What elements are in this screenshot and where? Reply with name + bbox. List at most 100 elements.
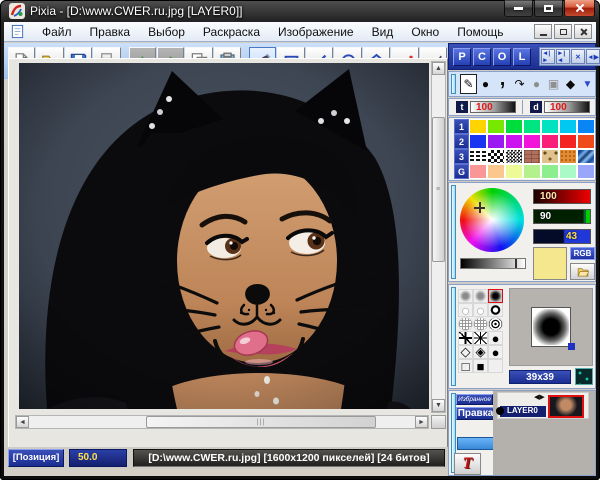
layer-visibility-dot[interactable] <box>496 407 504 415</box>
palette-row-label[interactable]: 2 <box>454 134 469 149</box>
palette-cell[interactable] <box>469 134 487 149</box>
transparency-slider[interactable]: 100 <box>470 101 516 113</box>
brush-shape-cell[interactable] <box>473 289 488 303</box>
brush-resize-handle[interactable] <box>568 343 575 350</box>
stamp-icon[interactable]: ▣ <box>545 74 562 94</box>
position-button[interactable]: [Позиция] <box>8 449 64 467</box>
close-button[interactable] <box>564 0 595 17</box>
section-handle[interactable] <box>451 185 456 279</box>
palette-cell[interactable] <box>505 119 523 134</box>
palette-cell[interactable] <box>487 119 505 134</box>
mdi-close-button[interactable] <box>574 24 592 39</box>
palette-cell[interactable] <box>469 164 487 179</box>
scroll-up-button[interactable]: ▲ <box>432 62 445 75</box>
menu-item[interactable]: Выбор <box>139 23 194 41</box>
scroll-down-button[interactable]: ▼ <box>432 399 445 412</box>
palette-row-label[interactable]: G <box>454 164 469 179</box>
compare-icon[interactable]: ◄▶ <box>586 49 600 64</box>
brush-shape-cell[interactable]: ■ <box>473 359 488 373</box>
palette-row-label[interactable]: 3 <box>454 149 469 164</box>
green-slider[interactable]: 90 <box>533 209 591 224</box>
menu-item[interactable]: Изображение <box>269 23 363 41</box>
scroll-right-button[interactable]: ► <box>415 416 428 428</box>
mdi-minimize-button[interactable] <box>534 24 552 39</box>
palette-cell[interactable] <box>523 119 541 134</box>
palette-cell[interactable] <box>505 164 523 179</box>
palette-cell[interactable] <box>487 149 505 164</box>
palette-cell[interactable] <box>487 164 505 179</box>
palette-cell[interactable] <box>505 134 523 149</box>
layer-pan-icon[interactable]: ◀▶ <box>534 393 545 401</box>
brush-shape-cell[interactable] <box>488 359 503 373</box>
brush-shape-cell[interactable] <box>473 331 488 345</box>
brush-blob-icon[interactable]: , <box>494 74 511 94</box>
scroll-left-button[interactable]: ◄ <box>16 416 29 428</box>
brush-shape-cell[interactable] <box>458 289 473 303</box>
menu-item[interactable]: Правка <box>81 23 140 41</box>
menu-item[interactable]: Помощь <box>448 23 512 41</box>
brush-shape-cell[interactable] <box>488 289 503 303</box>
palette-row-label[interactable]: 1 <box>454 119 469 134</box>
palette-cell[interactable] <box>541 164 559 179</box>
round-brush-icon[interactable]: ● <box>528 74 545 94</box>
menu-item[interactable]: Вид <box>363 23 403 41</box>
panel-mode-button-l[interactable]: L <box>513 48 531 66</box>
brush-shape-cell[interactable]: ● <box>473 303 488 317</box>
palette-cell[interactable] <box>559 119 577 134</box>
layer-name[interactable]: LAYER0 <box>500 406 546 417</box>
palette-cell[interactable] <box>469 149 487 164</box>
minimize-button[interactable] <box>504 0 533 17</box>
texture-button[interactable] <box>575 368 593 385</box>
brush-shape-cell[interactable] <box>488 303 503 317</box>
density-slider[interactable]: 100 <box>544 101 590 113</box>
menu-item[interactable]: Окно <box>402 23 448 41</box>
menu-item[interactable]: Раскраска <box>194 23 269 41</box>
palette-cell[interactable] <box>541 149 559 164</box>
brush-shape-cell[interactable] <box>458 317 473 331</box>
blue-slider[interactable]: 43 <box>533 229 591 244</box>
palette-cell[interactable] <box>523 164 541 179</box>
brush-shape-cell[interactable] <box>473 317 488 331</box>
mdi-restore-button[interactable] <box>554 24 572 39</box>
palette-cell[interactable] <box>523 134 541 149</box>
brush-shape-cell[interactable]: ● <box>458 303 473 317</box>
brush-shape-cell[interactable] <box>458 331 473 345</box>
panel-mode-button-o[interactable]: O <box>493 48 511 66</box>
horizontal-scrollbar[interactable]: ◄ ||| ► <box>15 415 429 429</box>
palette-cell[interactable] <box>559 164 577 179</box>
palette-cell[interactable] <box>541 119 559 134</box>
panel-mode-button-c[interactable]: C <box>473 48 491 66</box>
palette-cell[interactable] <box>487 134 505 149</box>
section-handle[interactable] <box>451 287 456 386</box>
brightness-slider[interactable] <box>460 258 526 269</box>
section-handle[interactable] <box>451 74 456 94</box>
expand-icon[interactable]: ▼ <box>579 74 596 94</box>
eraser-icon[interactable]: ◆ <box>562 74 579 94</box>
palette-cell[interactable] <box>505 149 523 164</box>
panel-mode-button-p[interactable]: P <box>453 48 471 66</box>
layer-entry[interactable]: ◀▶ LAYER0 <box>497 392 589 419</box>
pan-right-icon[interactable]: ►|◄ <box>556 49 570 64</box>
vertical-scrollbar[interactable]: ▲ ≡ ▼ <box>431 61 446 413</box>
brush-shape-cell[interactable]: □ <box>458 359 473 373</box>
pencil-icon[interactable]: ✎ <box>460 74 477 94</box>
rgb-mode-button[interactable]: RGB <box>570 247 595 260</box>
palette-cell[interactable] <box>577 149 595 164</box>
palette-cell[interactable] <box>541 134 559 149</box>
airbrush-icon[interactable]: ● <box>477 74 494 94</box>
red-slider[interactable]: 100 <box>533 189 591 204</box>
open-palette-button[interactable] <box>570 263 595 280</box>
palette-cell[interactable] <box>523 149 541 164</box>
canvas-photo[interactable] <box>19 63 429 409</box>
pixia-logo-button[interactable]: T <box>454 453 481 475</box>
brush-shape-cell[interactable]: ● <box>488 331 503 345</box>
brush-shape-cell[interactable] <box>488 317 503 331</box>
title-bar[interactable]: Pixia - [D:\www.CWER.ru.jpg [LAYER0]] <box>0 0 600 22</box>
brush-shape-cell[interactable]: ● <box>488 345 503 359</box>
arc-icon[interactable]: ↷ <box>511 74 528 94</box>
vertical-scroll-thumb[interactable]: ≡ <box>432 117 445 262</box>
edit-button[interactable]: Правка <box>456 407 495 420</box>
palette-cell[interactable] <box>559 149 577 164</box>
close-view-icon[interactable]: ✕ <box>571 49 585 64</box>
color-wheel[interactable] <box>460 188 524 252</box>
